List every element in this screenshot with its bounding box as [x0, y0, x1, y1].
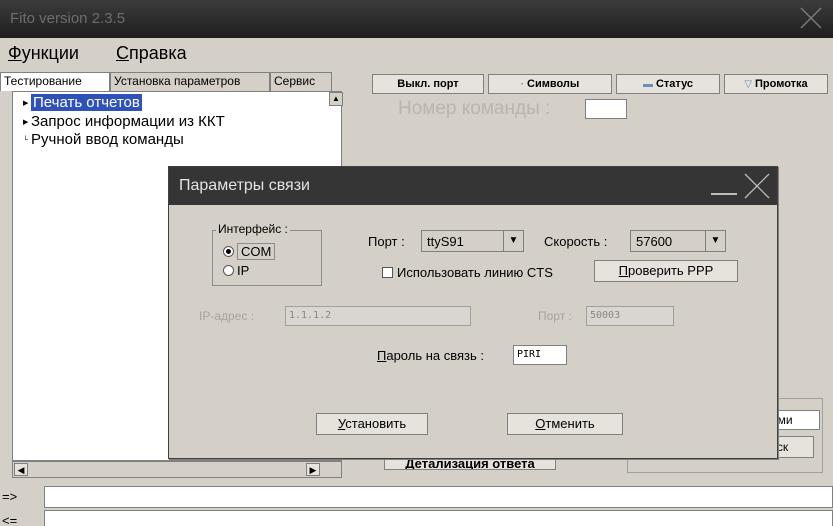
- expand-arrow-icon[interactable]: ▶: [23, 118, 31, 126]
- password-label: Пароль на связь :: [377, 348, 484, 363]
- cancel-button[interactable]: Отменить: [507, 413, 623, 435]
- tree-line-icon: └: [23, 136, 28, 144]
- speed-combo[interactable]: 57600 ▼: [630, 230, 726, 252]
- tree-item-label: Запрос информации из ККТ: [31, 113, 225, 130]
- chevron-down-icon: ▽: [744, 79, 753, 90]
- check-ppp-button[interactable]: Проверить PPP: [594, 260, 738, 282]
- port-off-button[interactable]: Выкл. порт: [372, 74, 484, 94]
- status-button[interactable]: ▬ Статус: [616, 74, 720, 94]
- dropdown-arrow-icon[interactable]: ▼: [503, 231, 523, 251]
- menu-functions-label: ункции: [21, 43, 79, 63]
- connection-params-dialog: Параметры связи Интерфейс : COM IP Порт …: [168, 166, 778, 459]
- window-titlebar: Fito version 2.3.5: [0, 0, 833, 38]
- minimize-icon[interactable]: [711, 193, 737, 195]
- expand-arrow-icon[interactable]: ▶: [23, 99, 31, 107]
- cancel-label: тменить: [545, 416, 595, 431]
- password-input[interactable]: PIRI: [513, 345, 567, 365]
- window-title: Fito version 2.3.5: [10, 10, 126, 27]
- ip-port-label: Порт :: [538, 309, 572, 323]
- ip-port-input[interactable]: 50003: [586, 306, 674, 326]
- radio-selected-icon[interactable]: [223, 246, 234, 257]
- close-icon[interactable]: [797, 4, 825, 32]
- status-icon: ▬: [642, 79, 653, 90]
- ip-address-input[interactable]: 1.1.1.2: [285, 306, 471, 326]
- port-value: ttyS91: [427, 234, 464, 249]
- close-icon[interactable]: [742, 171, 772, 201]
- tab-service[interactable]: Сервис: [270, 72, 332, 91]
- password-mnemonic: П: [377, 348, 387, 363]
- radio-ip-label: IP: [237, 263, 250, 278]
- radio-com-label: COM: [237, 243, 276, 260]
- tab-settings[interactable]: Установка параметров: [110, 72, 270, 91]
- horizontal-scrollbar[interactable]: ◀ ▶: [12, 461, 342, 478]
- checkbox-icon[interactable]: [382, 267, 393, 278]
- cancel-mnemonic: О: [535, 416, 546, 431]
- port-combo[interactable]: ttyS91 ▼: [421, 230, 524, 252]
- ip-address-label: IP-адрес :: [199, 309, 255, 323]
- symbols-icon: ·: [520, 79, 525, 90]
- tree-item-label: Ручной ввод команды: [31, 131, 184, 148]
- port-off-label: Выкл. порт: [397, 78, 459, 90]
- check-ppp-mnemonic: П: [618, 263, 629, 278]
- output-prompt: =>: [2, 489, 18, 504]
- interface-label: Интерфейс :: [216, 222, 290, 236]
- password-label-text: ароль на связь :: [386, 348, 484, 363]
- scroll-label: Промотка: [755, 78, 808, 90]
- menu-bar: Функции Справка: [0, 38, 833, 70]
- tree-item-print-reports[interactable]: ▶ Печать отчетов: [23, 94, 142, 111]
- set-button[interactable]: Установить: [316, 413, 428, 435]
- radio-com[interactable]: COM: [223, 243, 276, 260]
- check-ppp-label: роверить PPP: [628, 263, 714, 278]
- set-label: становить: [345, 416, 407, 431]
- dropdown-arrow-icon[interactable]: ▼: [705, 231, 725, 251]
- dialog-title: Параметры связи: [179, 177, 310, 194]
- menu-functions[interactable]: Функции: [8, 43, 79, 64]
- tree-item-manual-command[interactable]: └ Ручной ввод команды: [23, 131, 184, 148]
- status-label: Статус: [655, 78, 694, 90]
- speed-value: 57600: [636, 234, 673, 249]
- output-field[interactable]: [44, 486, 833, 508]
- input-prompt: <=: [2, 513, 18, 526]
- menu-help-label: правка: [129, 43, 187, 63]
- port-label: Порт :: [368, 234, 405, 249]
- menu-help[interactable]: Справка: [116, 43, 187, 64]
- tree-item-query-info[interactable]: ▶ Запрос информации из ККТ: [23, 113, 225, 130]
- cts-checkbox[interactable]: Использовать линию CTS: [382, 265, 553, 280]
- dialog-titlebar: Параметры связи: [169, 167, 777, 205]
- speed-label: Скорость :: [544, 234, 608, 249]
- tree-item-label: Печать отчетов: [31, 94, 142, 111]
- scroll-right-arrow-icon[interactable]: ▶: [306, 463, 320, 476]
- menu-help-mnemonic: С: [116, 43, 129, 63]
- cts-label: Использовать линию CTS: [397, 265, 553, 280]
- command-number-label: Номер команды :: [398, 98, 551, 119]
- radio-ip[interactable]: IP: [223, 263, 249, 278]
- symbols-label: Символы: [527, 78, 580, 90]
- scroll-up-arrow-icon[interactable]: ▲: [329, 92, 343, 106]
- scroll-left-arrow-icon[interactable]: ◀: [14, 463, 28, 476]
- input-field[interactable]: [44, 510, 833, 526]
- radio-unselected-icon[interactable]: [223, 265, 234, 276]
- tab-testing[interactable]: Тестирование: [0, 72, 110, 91]
- scroll-button[interactable]: ▽ Промотка: [724, 74, 828, 94]
- menu-functions-mnemonic: Ф: [8, 43, 22, 63]
- symbols-button[interactable]: · Символы: [488, 74, 612, 94]
- command-number-input[interactable]: [585, 99, 627, 119]
